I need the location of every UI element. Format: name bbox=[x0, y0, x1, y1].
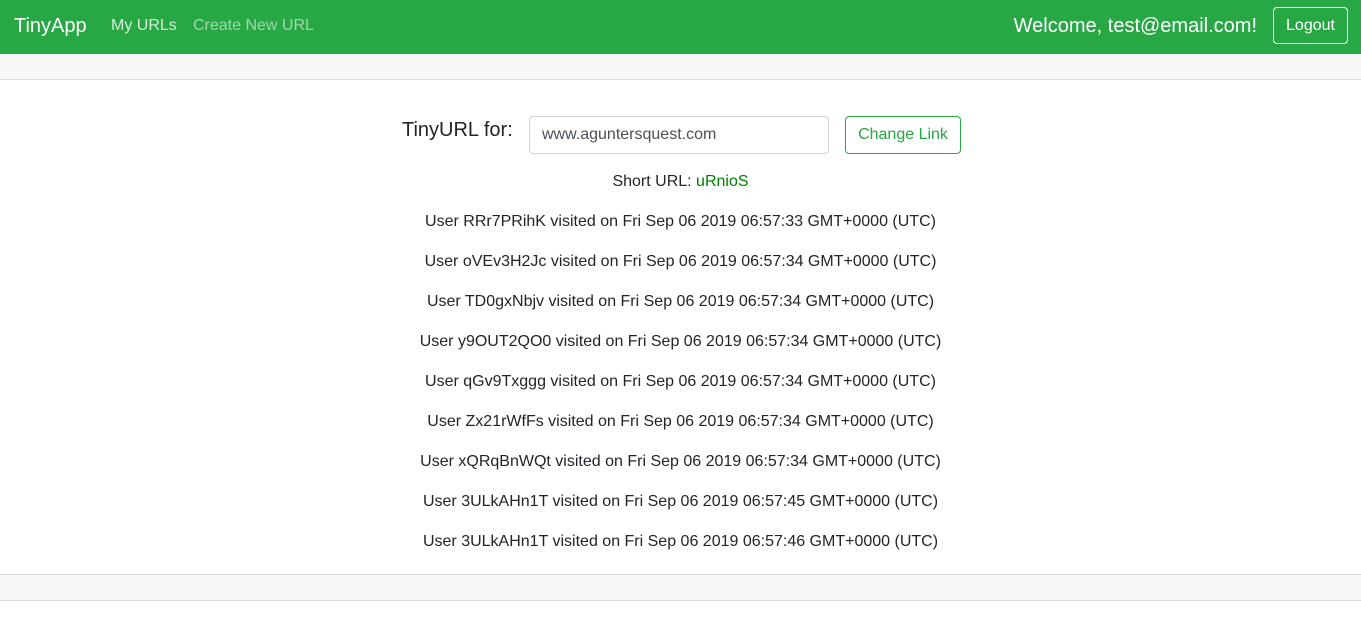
visit-user-id: qGv9Txggg bbox=[463, 373, 546, 390]
visit-user-id: xQRqBnWQt bbox=[458, 453, 551, 470]
visit-prefix: User bbox=[425, 373, 464, 390]
visit-timestamp: Fri Sep 06 2019 06:57:33 GMT+0000 (UTC) bbox=[622, 213, 936, 230]
logout-button[interactable]: Logout bbox=[1273, 7, 1348, 44]
user-email: test@email.com bbox=[1107, 15, 1252, 37]
visit-user-id: Zx21rWfFs bbox=[465, 413, 544, 430]
visit-prefix: User bbox=[420, 453, 459, 470]
visit-prefix: User bbox=[422, 533, 462, 550]
visit-user-id: y9OUT2QO0 bbox=[457, 333, 552, 350]
visit-timestamp: Fri Sep 06 2019 06:57:34 GMT+0000 (UTC) bbox=[620, 293, 935, 310]
visit-middle: visited on bbox=[551, 333, 628, 350]
brand-link[interactable]: TinyApp bbox=[14, 13, 87, 39]
visit-user-id: RRr7PRihK bbox=[463, 213, 546, 230]
visit-timestamp: Fri Sep 06 2019 06:57:34 GMT+0000 (UTC) bbox=[622, 253, 937, 270]
visit-timestamp: Fri Sep 06 2019 06:57:34 GMT+0000 (UTC) bbox=[620, 413, 934, 430]
welcome-message: Welcome, test@email.com! bbox=[1014, 14, 1257, 38]
long-url-input[interactable] bbox=[529, 116, 829, 154]
nav-my-urls[interactable]: My URLs bbox=[111, 16, 177, 36]
visit-row: User 3ULkAHn1T visited on Fri Sep 06 201… bbox=[0, 532, 1361, 572]
short-url-line: Short URL: uRnioS bbox=[0, 172, 1361, 192]
visit-row: User xQRqBnWQt visited on Fri Sep 06 201… bbox=[0, 452, 1361, 492]
visit-timestamp: Fri Sep 06 2019 06:57:34 GMT+0000 (UTC) bbox=[622, 373, 936, 390]
visit-timestamp: Fri Sep 06 2019 06:57:34 GMT+0000 (UTC) bbox=[627, 333, 942, 350]
visit-prefix: User bbox=[427, 413, 466, 430]
visit-row: User oVEv3H2Jc visited on Fri Sep 06 201… bbox=[0, 252, 1361, 292]
short-url-link[interactable]: uRnioS bbox=[696, 173, 748, 190]
visit-middle: visited on bbox=[548, 493, 625, 510]
tinyurl-for-label: TinyURL for: bbox=[402, 119, 513, 141]
visit-row: User 3ULkAHn1T visited on Fri Sep 06 201… bbox=[0, 492, 1361, 532]
visit-middle: visited on bbox=[546, 253, 623, 270]
visit-timestamp: Fri Sep 06 2019 06:57:34 GMT+0000 (UTC) bbox=[627, 453, 941, 470]
visit-middle: visited on bbox=[543, 413, 621, 430]
visit-user-id: TD0gxNbjv bbox=[464, 293, 545, 310]
visit-prefix: User bbox=[419, 333, 458, 350]
visit-middle: visited on bbox=[550, 453, 628, 470]
visit-timestamp: Fri Sep 06 2019 06:57:46 GMT+0000 (UTC) bbox=[624, 533, 939, 550]
card-header bbox=[0, 54, 1361, 80]
visit-middle: visited on bbox=[545, 213, 623, 230]
visit-prefix: User bbox=[425, 213, 464, 230]
visit-user-id: 3ULkAHn1T bbox=[461, 533, 549, 550]
visit-list: User RRr7PRihK visited on Fri Sep 06 201… bbox=[0, 212, 1361, 572]
visit-user-id: oVEv3H2Jc bbox=[462, 253, 547, 270]
visit-timestamp: Fri Sep 06 2019 06:57:45 GMT+0000 (UTC) bbox=[624, 493, 939, 510]
visit-prefix: User bbox=[422, 493, 462, 510]
edit-url-form: TinyURL for: Change Link bbox=[0, 116, 1361, 156]
visit-middle: visited on bbox=[545, 373, 623, 390]
short-url-label: Short URL: bbox=[612, 173, 697, 190]
change-link-button[interactable]: Change Link bbox=[845, 116, 961, 154]
welcome-suffix: ! bbox=[1251, 15, 1257, 37]
visit-prefix: User bbox=[426, 293, 465, 310]
visit-row: User Zx21rWfFs visited on Fri Sep 06 201… bbox=[0, 412, 1361, 452]
visit-row: User qGv9Txggg visited on Fri Sep 06 201… bbox=[0, 372, 1361, 412]
visit-prefix: User bbox=[424, 253, 463, 270]
welcome-prefix: Welcome, bbox=[1013, 15, 1108, 37]
top-navbar: TinyApp My URLs Create New URL Welcome, … bbox=[0, 0, 1361, 54]
card-footer bbox=[0, 574, 1361, 601]
visit-middle: visited on bbox=[548, 533, 625, 550]
visit-row: User RRr7PRihK visited on Fri Sep 06 201… bbox=[0, 212, 1361, 252]
visit-middle: visited on bbox=[544, 293, 621, 310]
visit-row: User TD0gxNbjv visited on Fri Sep 06 201… bbox=[0, 292, 1361, 332]
nav-create-new-url[interactable]: Create New URL bbox=[193, 16, 314, 36]
visit-row: User y9OUT2QO0 visited on Fri Sep 06 201… bbox=[0, 332, 1361, 372]
visit-user-id: 3ULkAHn1T bbox=[461, 493, 549, 510]
